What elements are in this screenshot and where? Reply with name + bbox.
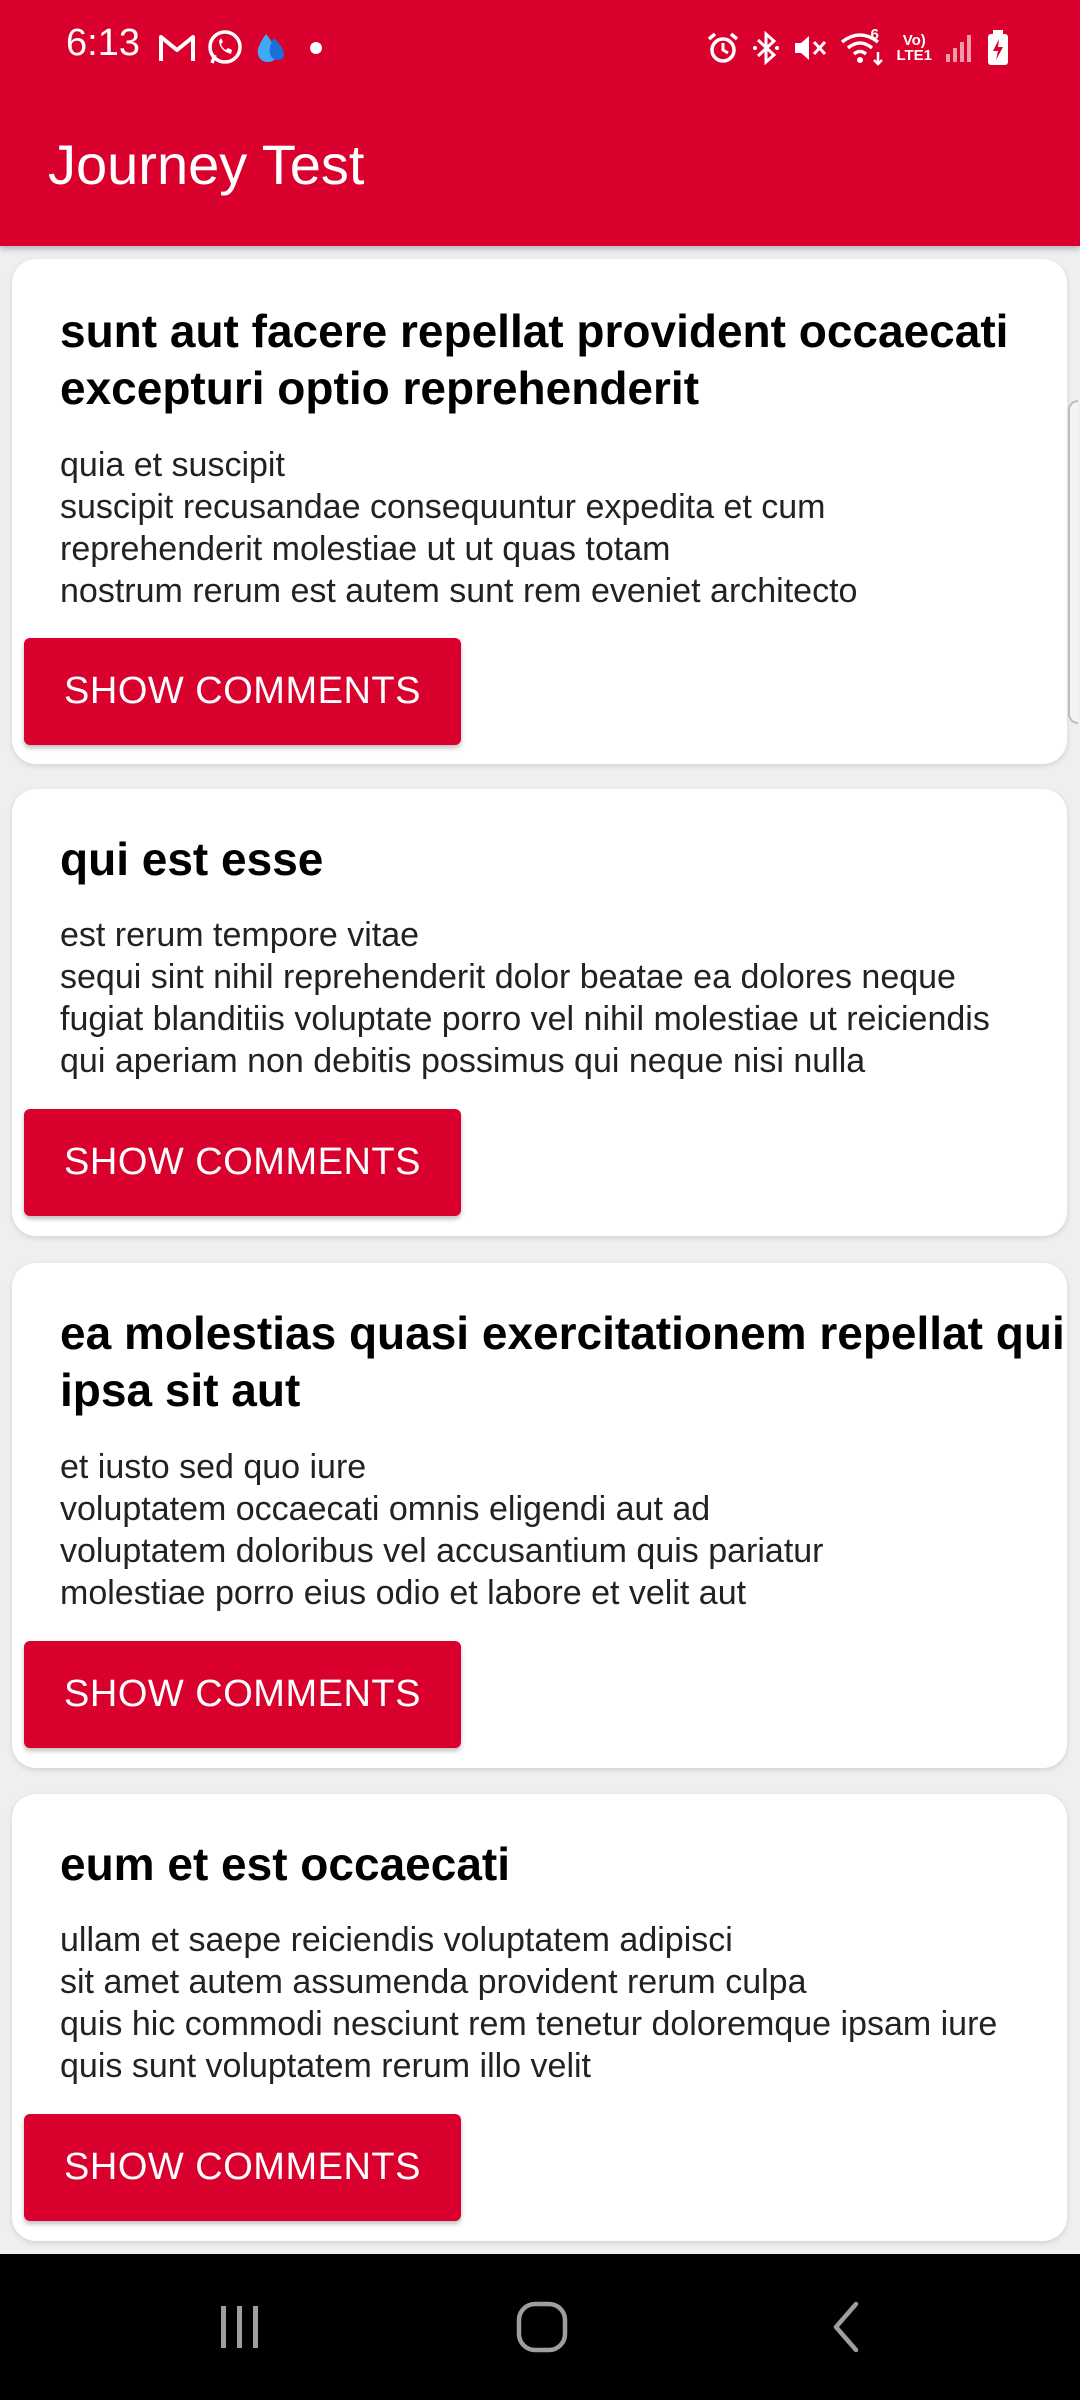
page-title: Journey Test: [48, 133, 365, 196]
post-title: eum et est occaecati: [60, 1838, 511, 1890]
post-body: quia et suscipit suscipit recusandae con…: [60, 446, 858, 610]
show-comments-button[interactable]: SHOW COMMENTS: [24, 1109, 461, 1216]
status-time: 6:13: [66, 22, 140, 64]
bluetooth-icon: [753, 30, 780, 66]
dot-icon: [310, 42, 322, 54]
app-bar: Journey Test: [0, 96, 1080, 246]
scrollbar[interactable]: [1068, 400, 1078, 724]
post-card: eum et est occaecati ullam et saepe reic…: [12, 1794, 1067, 2241]
whatsapp-icon: [208, 30, 242, 64]
volte-icon: Vo) LTE1: [896, 32, 932, 64]
home-icon: [516, 2301, 568, 2353]
navigation-bar: [0, 2254, 1080, 2400]
home-button[interactable]: [502, 2292, 582, 2362]
signal-icon: [946, 35, 971, 62]
post-list[interactable]: sunt aut facere repellat provident occae…: [0, 246, 1080, 2254]
gmail-icon: [159, 35, 195, 61]
post-card: ea molestias quasi exercitationem repell…: [12, 1263, 1067, 1768]
show-comments-button[interactable]: SHOW COMMENTS: [24, 2114, 461, 2221]
post-title: qui est esse: [60, 833, 324, 885]
post-body: et iusto sed quo iure voluptatem occaeca…: [60, 1448, 824, 1612]
show-comments-button[interactable]: SHOW COMMENTS: [24, 1641, 461, 1748]
post-card: qui est esse est rerum tempore vitae seq…: [12, 789, 1067, 1236]
notification-icons: [158, 28, 326, 68]
system-icons: 6 Vo) LTE1: [706, 26, 1010, 70]
show-comments-button[interactable]: SHOW COMMENTS: [24, 638, 461, 745]
post-body: est rerum tempore vitae sequi sint nihil…: [60, 916, 990, 1080]
battery-icon: [988, 30, 1008, 65]
wifi-icon: 6: [840, 26, 884, 66]
post-body: ullam et saepe reiciendis voluptatem adi…: [60, 1921, 998, 2085]
recents-button[interactable]: [200, 2292, 280, 2362]
recents-icon: [221, 2306, 258, 2348]
drop-icon: [257, 34, 284, 62]
post-card: sunt aut facere repellat provident occae…: [12, 259, 1067, 764]
mute-icon: [795, 36, 827, 60]
post-title: ea molestias quasi exercitationem repell…: [60, 1307, 1065, 1416]
wifi-label: 6: [870, 26, 879, 43]
post-title: sunt aut facere repellat provident occae…: [60, 305, 1009, 414]
back-icon: [833, 2301, 859, 2353]
back-button[interactable]: [806, 2292, 886, 2362]
status-bar: 6:13 6 Vo) LTE1: [0, 0, 1080, 96]
alarm-icon: [708, 32, 739, 63]
